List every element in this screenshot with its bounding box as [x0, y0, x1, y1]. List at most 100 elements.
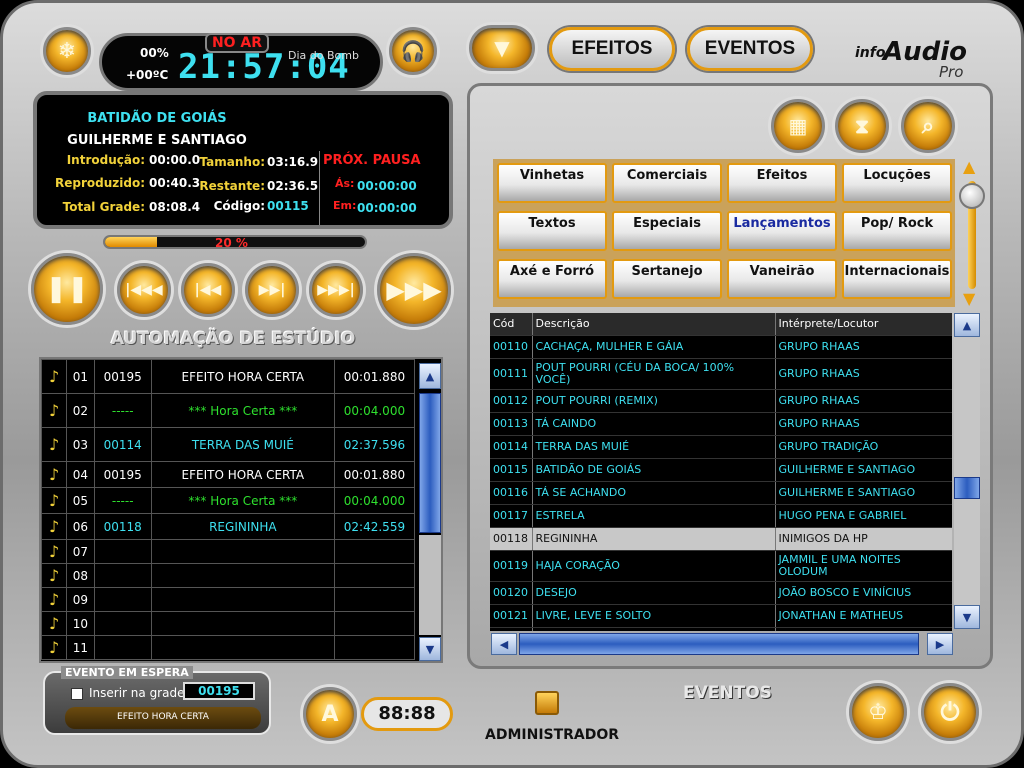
category-button[interactable]: Textos: [497, 211, 607, 251]
play-next-button[interactable]: ▶▶▶: [377, 253, 451, 327]
category-scroll-down[interactable]: ▼: [963, 289, 975, 308]
library-artist: GRUPO RHAAS: [775, 412, 952, 436]
library-table-wrap: Cód Descrição Intérprete/Locutor 00110 CACH…: [490, 313, 952, 631]
playlist-scroll-up[interactable]: ▲: [419, 363, 441, 389]
waiting-code: 00195: [183, 682, 255, 700]
category-button[interactable]: Vinhetas: [497, 163, 607, 203]
library-row[interactable]: 00118 REGININHA INIMIGOS DA HP: [490, 527, 952, 551]
category-button[interactable]: Comerciais: [612, 163, 722, 203]
playlist-row[interactable]: ♪ 10: [41, 611, 416, 636]
headphones-icon[interactable]: 🎧: [389, 27, 437, 75]
efeitos-button[interactable]: EFEITOS: [549, 27, 675, 71]
category-button[interactable]: Sertanejo: [612, 259, 722, 299]
category-button[interactable]: Locuções: [842, 163, 952, 203]
transfer-icon[interactable]: ⧗: [835, 99, 889, 153]
playlist-row[interactable]: ♪ 11: [41, 635, 416, 660]
library-description: DESEJO: [532, 581, 776, 605]
broadcast-icon[interactable]: ♔: [849, 683, 907, 741]
library-code: 00113: [490, 412, 533, 436]
category-button[interactable]: Lançamentos: [727, 211, 837, 251]
library-row[interactable]: 00117 ESTRELA HUGO PENA E GABRIEL: [490, 504, 952, 528]
category-button[interactable]: Vaneirão: [727, 259, 837, 299]
playlist-row[interactable]: ♪ 01 00195 EFEITO HORA CERTA 00:01.880: [41, 359, 416, 394]
playlist-note-icon: ♪: [41, 611, 68, 636]
library-header[interactable]: Intérprete/Locutor: [775, 313, 952, 336]
library-scroll-left[interactable]: ◀: [491, 633, 517, 655]
library-row[interactable]: 00120 DESEJO JOÃO BOSCO E VINÍCIUS: [490, 581, 952, 605]
library-row[interactable]: 00112 POUT POURRI (REMIX) GRUPO RHAAS: [490, 389, 952, 413]
playlist-scroll-thumb[interactable]: [419, 393, 441, 533]
trash-icon[interactable]: [535, 691, 559, 715]
progress-label: 20 %: [215, 236, 248, 249]
power-icon[interactable]: ⏻: [921, 683, 979, 741]
library-description: REGININHA: [532, 527, 776, 551]
dropdown-button[interactable]: ▼: [469, 25, 535, 71]
playlist-scroll-down[interactable]: ▼: [419, 637, 441, 661]
pause-button[interactable]: ❚❚: [31, 253, 103, 325]
auto-mode-button[interactable]: A: [303, 687, 357, 741]
previous-button[interactable]: |◀◀: [181, 263, 235, 317]
library-row[interactable]: 00114 TERRA DAS MUIÉ GRUPO TRADIÇÃO: [490, 435, 952, 459]
category-scroll-up[interactable]: ▲: [963, 157, 975, 176]
category-button[interactable]: Efeitos: [727, 163, 837, 203]
library-row[interactable]: 00111 POUT POURRI (CÉU DA BOCA/ 100% VOCÊ…: [490, 358, 952, 390]
library-code: 00120: [490, 581, 533, 605]
snowflake-icon[interactable]: ❄: [43, 27, 91, 75]
playlist-table: ♪ 01 00195 EFEITO HORA CERTA 00:01.880 ♪ 02 ---…: [41, 359, 416, 660]
playlist-row[interactable]: ♪ 06 00118 REGININHA 02:42.559: [41, 513, 416, 540]
playlist-row[interactable]: ♪ 04 00195 EFEITO HORA CERTA 00:01.880: [41, 461, 416, 488]
category-button[interactable]: Internacionais: [842, 259, 952, 299]
app-logo: info Audio Pro: [853, 37, 983, 81]
library-row[interactable]: 00121 LIVRE, LEVE E SOLTO JONATHAN E MATHE…: [490, 604, 952, 628]
library-scroll-right[interactable]: ▶: [927, 633, 953, 655]
first-track-button[interactable]: |◀◀◀: [117, 263, 171, 317]
insert-checkbox[interactable]: [71, 688, 83, 700]
search-icon[interactable]: ⌕: [901, 99, 955, 153]
playlist-time: 00:01.880: [333, 359, 416, 394]
library-scroll-up[interactable]: ▲: [954, 313, 980, 337]
playlist-row[interactable]: ♪ 08: [41, 563, 416, 588]
category-button[interactable]: Axé e Forró: [497, 259, 607, 299]
library-header[interactable]: Descrição: [532, 313, 776, 336]
library-description: [532, 627, 776, 631]
playlist-time: 00:04.000: [333, 487, 416, 514]
library-row[interactable]: 00119 HAJA CORAÇÃO JAMMIL E UMA NOITES OLO…: [490, 550, 952, 582]
library-code: 00119: [490, 550, 533, 582]
eventos-button[interactable]: EVENTOS: [687, 27, 813, 71]
playlist-row[interactable]: ♪ 07: [41, 539, 416, 564]
playlist-code: 00195: [93, 359, 152, 394]
playlist-row[interactable]: ♪ 02 ----- *** Hora Certa *** 00:04.000: [41, 393, 416, 428]
category-button[interactable]: Pop/ Rock: [842, 211, 952, 251]
next-icon: ▶▶|: [258, 282, 286, 298]
playlist-row[interactable]: ♪ 03 00114 TERRA DAS MUIÉ 02:37.596: [41, 427, 416, 462]
library-row[interactable]: 00116 TÁ SE ACHANDO GUILHERME E SANTIAGO: [490, 481, 952, 505]
library-scroll-track[interactable]: [954, 337, 980, 605]
playlist-note-icon: ♪: [41, 359, 68, 394]
playlist-code: -----: [93, 393, 152, 428]
library-row[interactable]: 00110 CACHAÇA, MULHER E GÁIA GRUPO RHAAS: [490, 335, 952, 359]
library-scroll-thumb[interactable]: [954, 477, 980, 499]
library-hscroll-thumb[interactable]: [519, 633, 919, 655]
playlist-title: TERRA DAS MUIÉ: [150, 427, 335, 462]
playlist-row[interactable]: ♪ 09: [41, 587, 416, 612]
library-row[interactable]: 00115 BATIDÃO DE GOIÁS GUILHERME E SANTIAG…: [490, 458, 952, 482]
grid-edit-icon[interactable]: ▦: [771, 99, 825, 153]
library-code: 00112: [490, 389, 533, 413]
category-scroll-thumb[interactable]: [959, 183, 985, 209]
library-row[interactable]: JONATHAN E MATHEUS: [490, 627, 952, 631]
library-scroll-down[interactable]: ▼: [954, 605, 980, 629]
playlist-time: 02:37.596: [333, 427, 416, 462]
playlist-title: [150, 563, 335, 588]
playlist-note-icon: ♪: [41, 461, 68, 488]
next-button[interactable]: ▶▶|: [245, 263, 299, 317]
playlist-scroll-track[interactable]: [419, 535, 441, 635]
playlist-note-icon: ♪: [41, 635, 68, 660]
library-row[interactable]: 00113 TÁ CAINDO GRUPO RHAAS: [490, 412, 952, 436]
library-header[interactable]: Cód: [490, 313, 533, 336]
playlist-row[interactable]: ♪ 05 ----- *** Hora Certa *** 00:04.000: [41, 487, 416, 514]
playlist-title: *** Hora Certa ***: [150, 487, 335, 514]
library-code: 00115: [490, 458, 533, 482]
timer-display: 88:88: [361, 697, 453, 731]
last-track-button[interactable]: ▶▶▶|: [309, 263, 363, 317]
category-button[interactable]: Especiais: [612, 211, 722, 251]
